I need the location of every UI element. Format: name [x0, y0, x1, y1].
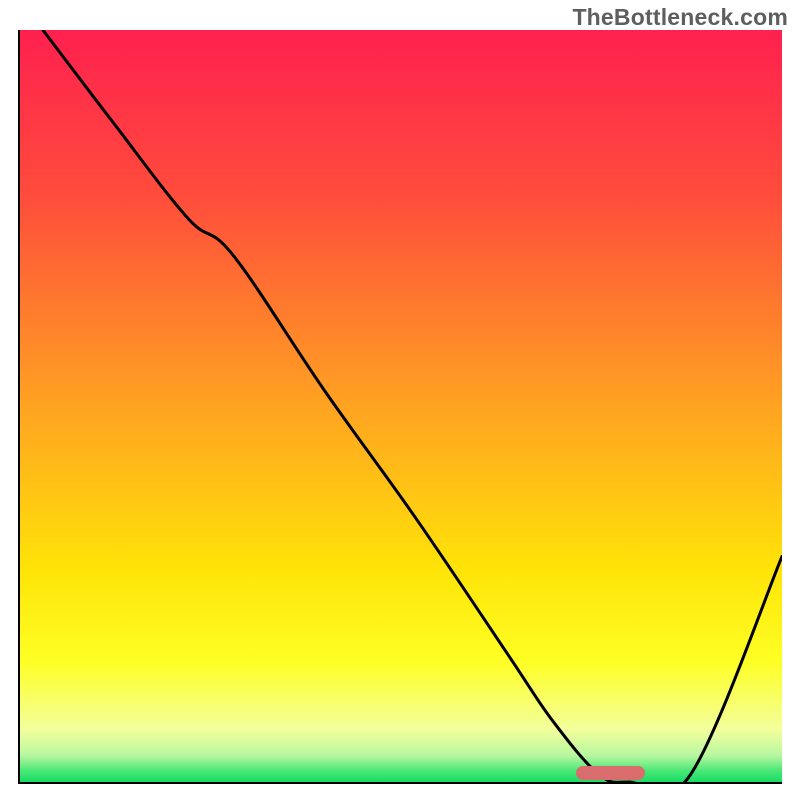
plot-area	[18, 30, 782, 784]
bottleneck-curve	[20, 30, 782, 782]
watermark-text: TheBottleneck.com	[572, 4, 788, 31]
chart-container: TheBottleneck.com	[0, 0, 800, 800]
optimal-range-marker	[576, 766, 645, 780]
